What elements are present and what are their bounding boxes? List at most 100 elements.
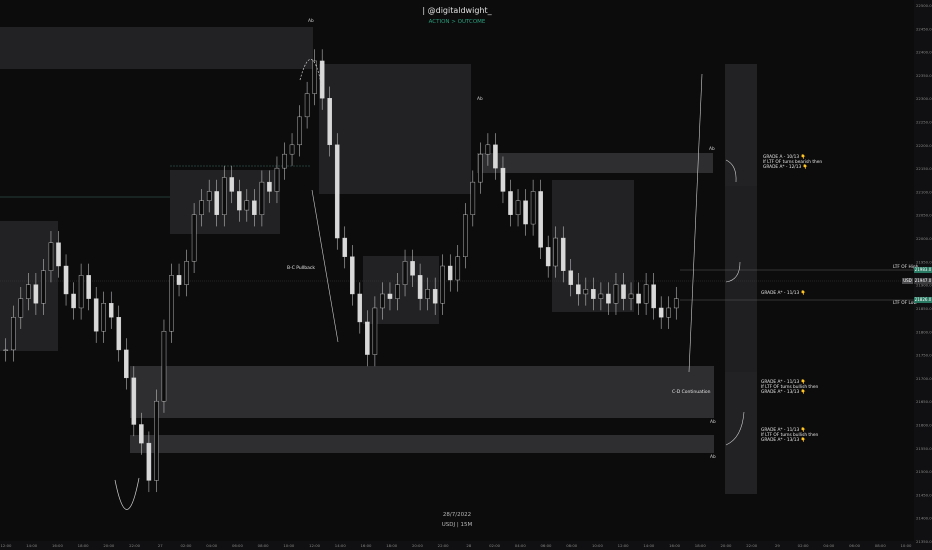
time-tick-label: 12:00 <box>618 543 630 548</box>
candle-body <box>154 400 159 481</box>
time-tick-label: 12:00 <box>1 543 13 548</box>
candle-body <box>41 270 46 304</box>
candle-body <box>116 317 122 351</box>
candle-body <box>500 167 506 192</box>
candle-body <box>229 177 235 192</box>
time-tick-label: 22:00 <box>746 543 758 548</box>
candle-body <box>221 177 227 215</box>
time-tick-label: 04:00 <box>206 543 218 548</box>
price-tick-label: 22250.0 <box>916 120 932 125</box>
point-b-label: Ab <box>477 97 483 102</box>
candle-body <box>169 275 174 332</box>
time-tick-label: 10:00 <box>592 543 604 548</box>
bc-pullback-arrow <box>311 189 339 343</box>
price-tick-label: 22200.0 <box>916 143 932 148</box>
candle-body <box>259 181 265 215</box>
candle-body <box>463 214 468 257</box>
candle-body <box>606 293 611 304</box>
candle-body <box>161 331 167 402</box>
price-tick-label: 22150.0 <box>916 166 932 171</box>
price-tick-label: 21600.0 <box>916 422 932 427</box>
price-tick-label: 22350.0 <box>916 73 932 78</box>
time-tick-label: 16:00 <box>52 543 64 548</box>
time-tick-label: 14:00 <box>26 543 38 548</box>
time-tick-label: 02:00 <box>798 543 810 548</box>
candle-body <box>26 284 31 299</box>
price-tick-label: 21800.0 <box>916 329 932 334</box>
price-chart[interactable]: 22500.0 22450.0 22400.0 22350.0 22300.0 22250… <box>0 0 932 550</box>
candle-body <box>598 293 604 299</box>
candle-body <box>282 153 287 169</box>
price-axis <box>914 0 932 550</box>
candle-body <box>319 60 325 99</box>
price-tick-label: 22100.0 <box>916 189 932 194</box>
chart-date: 28/7/2022 <box>442 512 472 518</box>
candle-body <box>48 242 54 271</box>
time-tick-label: 04:00 <box>515 543 527 548</box>
candle-body <box>560 237 566 271</box>
candle-body <box>71 293 76 309</box>
tagline: ACTION > OUTCOME <box>428 19 486 25</box>
candle-body <box>131 377 137 425</box>
brand-handle: | @digitaldwight_ <box>422 6 492 15</box>
candle-body <box>86 275 91 299</box>
time-tick-label: 10:00 <box>901 543 913 548</box>
candle-body <box>191 214 197 262</box>
candle-body <box>643 284 649 304</box>
candle-body <box>63 265 69 295</box>
supply-demand-zone <box>130 435 714 453</box>
candle-body <box>410 261 415 276</box>
time-tick-label: 16:00 <box>669 543 681 548</box>
swing-low-arc <box>114 477 140 510</box>
time-tick-label: 02:00 <box>181 543 193 548</box>
candle-body <box>402 261 408 285</box>
time-tick-label: 18:00 <box>386 543 398 548</box>
price-tick-label: 22300.0 <box>916 96 932 101</box>
candle-body <box>372 307 378 355</box>
candle-body <box>289 144 295 155</box>
time-tick-label: 16:00 <box>361 543 373 548</box>
time-tick-label: 20:00 <box>103 543 115 548</box>
candle-body <box>515 200 521 215</box>
price-tick-label: 22500.0 <box>916 3 932 8</box>
time-tick-label: 14:00 <box>335 543 347 548</box>
candle-body <box>101 303 106 332</box>
candle-body <box>214 191 219 215</box>
candle-body <box>18 298 24 318</box>
candle-body <box>350 256 355 295</box>
candle-body <box>357 293 363 323</box>
chart-canvas[interactable]: 22500.0 22450.0 22400.0 22350.0 22300.0 22250… <box>0 0 932 550</box>
time-tick-label: 06:00 <box>541 543 553 548</box>
candle-body <box>244 200 250 211</box>
candle-body <box>395 284 400 299</box>
supply-demand-zone <box>130 366 714 418</box>
price-tag-low: 21826.0 <box>914 297 932 303</box>
cd-continuation-arrow <box>688 73 703 373</box>
candle-body <box>530 191 536 225</box>
point-d1-label: Ab <box>710 420 716 425</box>
candle-body <box>274 167 280 192</box>
candle-body <box>334 144 340 239</box>
supply-demand-zone <box>319 64 471 194</box>
candle-body <box>447 265 453 281</box>
candle-body <box>485 144 491 155</box>
candle-body <box>553 237 558 267</box>
candle-body <box>417 275 423 299</box>
bc-pullback-label: B-C Pullback <box>287 266 315 271</box>
grade-note-low2: GRADE A* - 11/13 👇 If LTF OF turns bulli… <box>761 428 818 444</box>
candle-body <box>365 321 370 355</box>
candle-body <box>470 181 476 215</box>
supply-demand-zone <box>725 186 757 372</box>
candle-body <box>651 284 656 309</box>
candle-body <box>673 298 679 309</box>
price-tick-label: 21950.0 <box>916 259 932 264</box>
candle-body <box>78 275 84 309</box>
grade-note-mid: GRADE A* - 11/13 👇 <box>761 291 806 296</box>
candle-body <box>455 256 461 281</box>
candle-body <box>304 93 310 118</box>
price-tick-label: 21850.0 <box>916 306 932 311</box>
point-c-label: Ab <box>709 147 715 152</box>
price-tick-label: 22050.0 <box>916 213 932 218</box>
time-tick-label: 02:00 <box>489 543 501 548</box>
price-tag-high: 21983.0 <box>914 267 932 273</box>
